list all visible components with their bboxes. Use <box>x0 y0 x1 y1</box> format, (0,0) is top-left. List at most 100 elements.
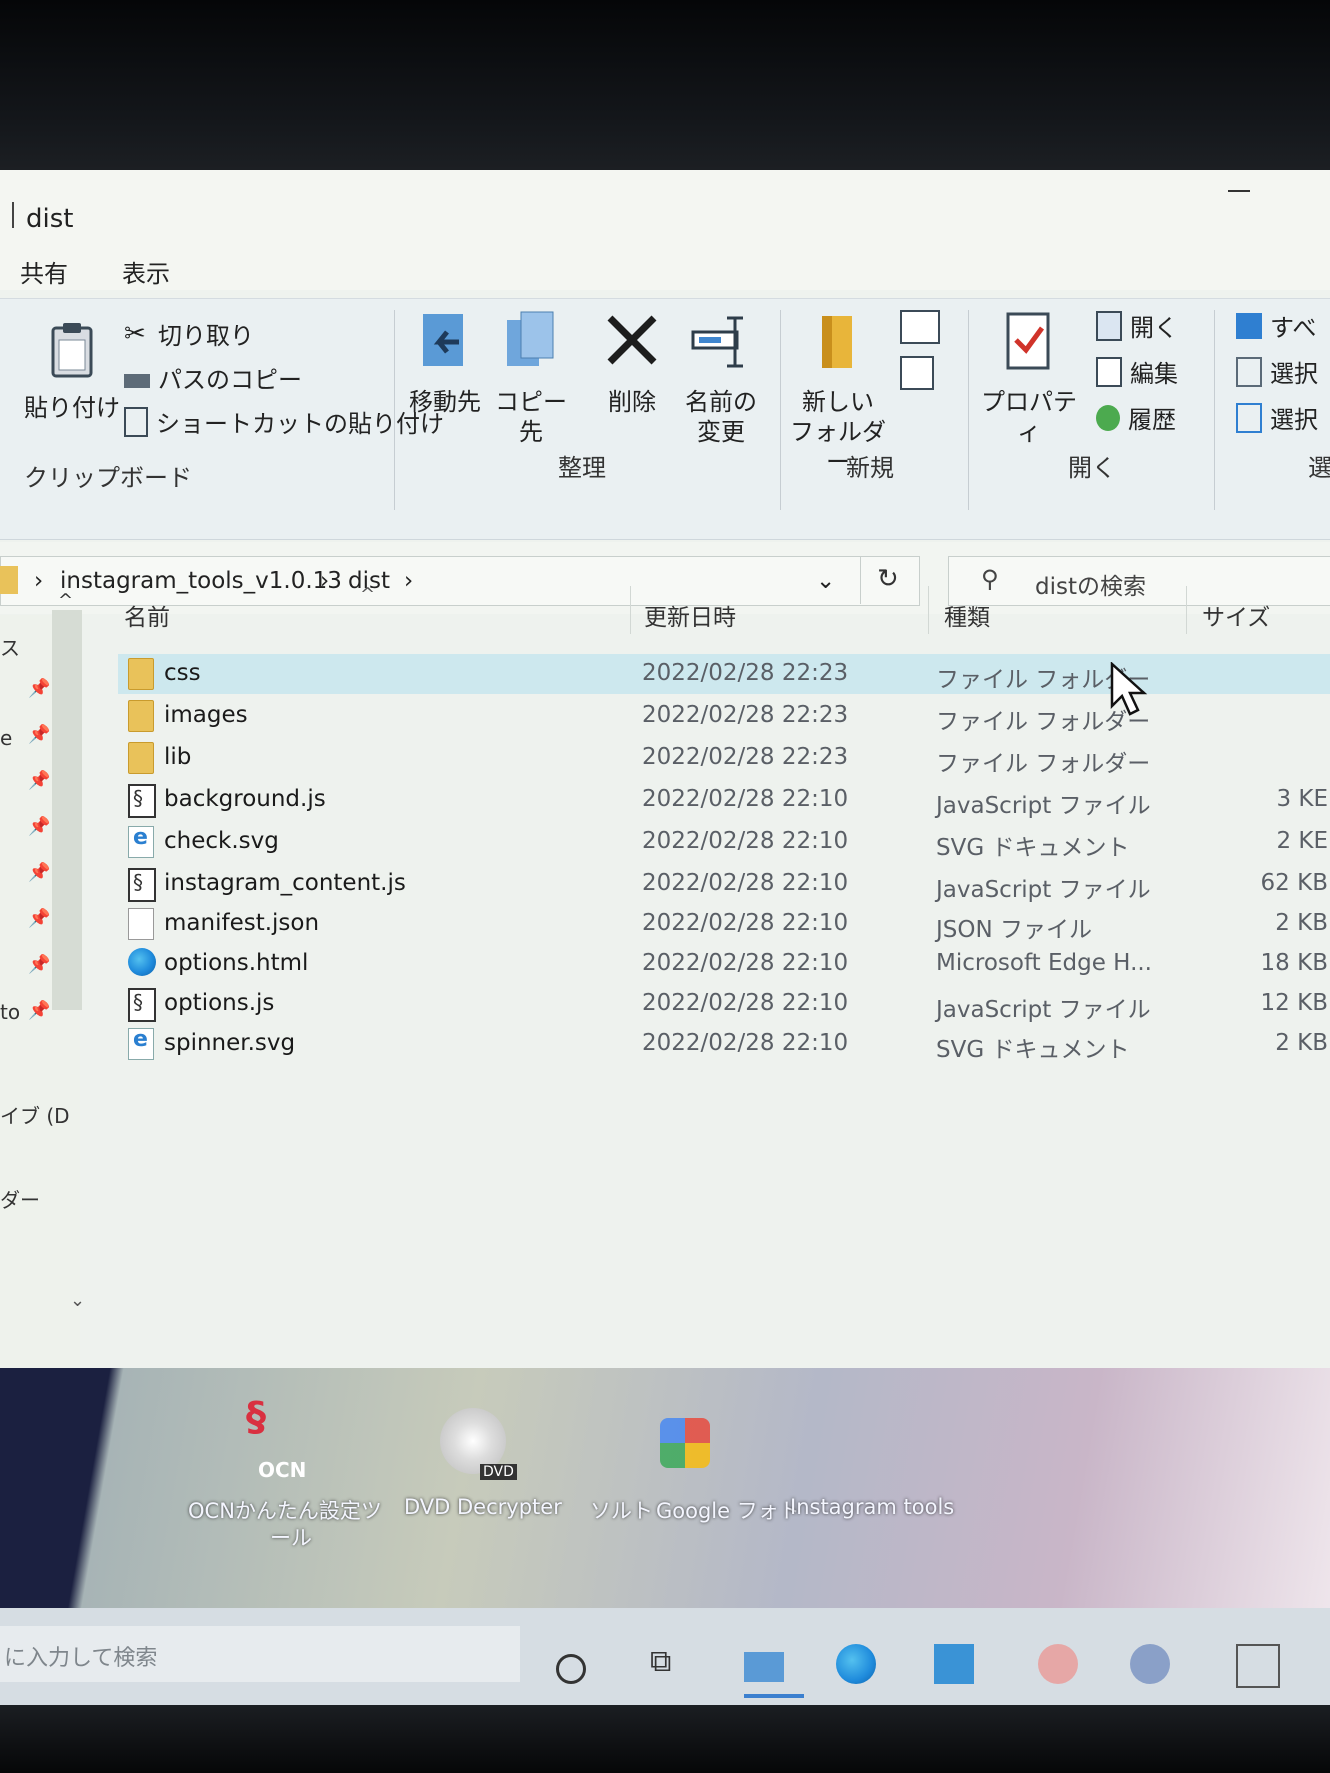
desktop-icon-ocn[interactable]: § OCN <box>232 1388 322 1488</box>
edit-button[interactable]: 編集 <box>1096 354 1178 389</box>
column-divider[interactable] <box>1186 586 1187 634</box>
paste-shortcut-icon <box>124 406 148 437</box>
active-app-indicator <box>744 1694 804 1698</box>
edge-taskbar-icon[interactable] <box>836 1644 876 1684</box>
file-size: 62 KB <box>1260 870 1328 896</box>
open-button[interactable]: 開く <box>1096 308 1178 343</box>
copy-to-label: コピー先 <box>495 388 567 446</box>
select-none-button[interactable]: 選択 <box>1236 354 1318 389</box>
nav-item[interactable]: to <box>0 1000 20 1024</box>
column-header-date[interactable]: 更新日時 <box>644 598 736 632</box>
app-taskbar-icon[interactable] <box>1038 1644 1078 1684</box>
new-group-label: 新規 <box>846 454 894 482</box>
folder-icon <box>128 658 154 690</box>
table-row[interactable]: lib 2022/02/28 22:23 ファイル フォルダー <box>118 738 1330 778</box>
select-none-label: 選択 <box>1270 360 1318 388</box>
svg-file-icon <box>128 1027 154 1060</box>
breadcrumb-item[interactable]: instagram_tools_v1.0.13 <box>60 568 342 594</box>
pin-icon: 📌 <box>28 816 51 837</box>
history-label: 履歴 <box>1128 406 1176 434</box>
new-folder-label-line1: 新しい <box>802 388 874 416</box>
properties-button[interactable]: プロパティ <box>976 310 1082 447</box>
edge-icon <box>128 948 156 976</box>
nav-scroll-down-icon[interactable]: ⌄ <box>70 1290 85 1311</box>
copy-to-button[interactable]: コピー先 <box>490 310 572 447</box>
file-name: instagram_content.js <box>164 870 406 896</box>
easy-access-icon[interactable] <box>900 356 934 390</box>
rename-button[interactable]: 名前の 変更 <box>680 310 762 447</box>
task-view-icon[interactable]: ⧉ <box>650 1644 690 1684</box>
column-divider[interactable] <box>928 586 929 634</box>
js-file-icon <box>128 784 156 818</box>
cortana-icon[interactable] <box>556 1654 586 1684</box>
google-photos-icon[interactable] <box>660 1418 710 1468</box>
search-icon: ⚲ <box>981 565 999 593</box>
column-header-name[interactable]: 名前 <box>124 598 170 632</box>
desktop-icon-dvd-decrypter[interactable]: DVD <box>430 1398 520 1488</box>
nav-scrollbar[interactable] <box>52 610 82 1010</box>
invert-selection-button[interactable]: 選択 <box>1236 400 1318 435</box>
refresh-button[interactable]: ↻ <box>860 556 919 604</box>
nav-scroll-up-icon[interactable]: ^ <box>58 590 73 611</box>
rename-icon <box>691 316 743 368</box>
move-to-label: 移動先 <box>409 388 481 416</box>
tab-view[interactable]: 表示 <box>122 254 170 289</box>
folder-icon <box>0 566 18 594</box>
search-placeholder: distの検索 <box>1035 574 1146 600</box>
file-type: JavaScript ファイル <box>936 997 1151 1023</box>
delete-button[interactable]: 削除 <box>596 310 668 417</box>
table-row[interactable]: options.js 2022/02/28 22:10 JavaScript フ… <box>118 984 1330 1024</box>
app-taskbar-icon[interactable] <box>1236 1644 1280 1688</box>
file-size: 12 KB <box>1260 990 1328 1016</box>
desktop-icon-label[interactable]: ソルト <box>590 1495 653 1525</box>
nav-item[interactable]: イブ (D <box>0 1100 70 1129</box>
copy-path-label: パスのコピー <box>158 366 302 394</box>
window-title: dist <box>26 204 74 234</box>
taskbar-search-placeholder: に入力して検索 <box>4 1646 158 1671</box>
paste-shortcut-button[interactable]: ショートカットの貼り付け <box>124 404 444 439</box>
column-header-size[interactable]: サイズ <box>1202 598 1270 632</box>
file-name: check.svg <box>164 828 279 854</box>
file-name: manifest.json <box>164 910 320 936</box>
tab-share[interactable]: 共有 <box>20 254 68 289</box>
column-header-type[interactable]: 種類 <box>944 598 990 632</box>
history-dropdown-chevron-icon[interactable]: ⌄ <box>816 568 835 594</box>
search-input[interactable]: ⚲ distの検索 <box>948 556 1330 606</box>
column-divider[interactable] <box>630 586 631 634</box>
table-row[interactable]: background.js 2022/02/28 22:10 JavaScrip… <box>118 780 1330 820</box>
file-explorer-taskbar-icon[interactable] <box>744 1652 784 1682</box>
mail-icon[interactable] <box>934 1644 974 1684</box>
scissors-icon: ✂ <box>124 318 146 349</box>
table-row[interactable]: check.svg 2022/02/28 22:10 SVG ドキュメント 2 … <box>118 822 1330 862</box>
sort-ascending-icon: ^ <box>360 584 376 605</box>
open-group-label: 開く <box>1068 454 1116 482</box>
table-row[interactable]: options.html 2022/02/28 22:10 Microsoft … <box>118 944 1330 984</box>
file-date: 2022/02/28 22:23 <box>642 660 849 686</box>
new-item-icon[interactable] <box>900 310 940 344</box>
move-to-icon <box>423 314 463 366</box>
nav-item[interactable]: e <box>0 726 12 750</box>
nav-item[interactable]: ダー <box>0 1184 40 1213</box>
folder-icon <box>128 700 154 732</box>
desktop-icon-label: Google フォト <box>656 1499 800 1523</box>
app-taskbar-icon[interactable] <box>1130 1644 1170 1684</box>
copy-path-button[interactable]: パスのコピー <box>124 360 302 395</box>
nav-item[interactable]: ス <box>0 632 20 661</box>
select-all-label: すべ <box>1270 314 1317 342</box>
select-all-button[interactable]: すべ <box>1236 308 1316 343</box>
history-button[interactable]: 履歴 <box>1096 400 1176 435</box>
invert-selection-icon <box>1236 402 1262 433</box>
pin-icon: 📌 <box>28 770 51 791</box>
table-row[interactable]: instagram_content.js 2022/02/28 22:10 Ja… <box>118 864 1330 904</box>
screen: dist 共有 表示 貼り付け ✂ 切り取り パスのコピー ショートカットの貼り… <box>0 170 1330 1710</box>
table-row[interactable]: spinner.svg 2022/02/28 22:10 SVG ドキュメント … <box>118 1024 1330 1064</box>
cut-button[interactable]: ✂ 切り取り <box>124 316 254 351</box>
desktop-icon-label[interactable]: Instagram tools <box>790 1495 954 1519</box>
file-date: 2022/02/28 22:23 <box>642 744 849 770</box>
file-type: JavaScript ファイル <box>936 793 1151 819</box>
move-to-button[interactable]: 移動先 <box>404 310 486 417</box>
table-row[interactable]: manifest.json 2022/02/28 22:10 JSON ファイル… <box>118 904 1330 944</box>
paste-button[interactable]: 貼り付け <box>24 320 120 423</box>
rename-label-line2: 変更 <box>697 418 745 446</box>
minimize-button[interactable] <box>1228 190 1250 192</box>
